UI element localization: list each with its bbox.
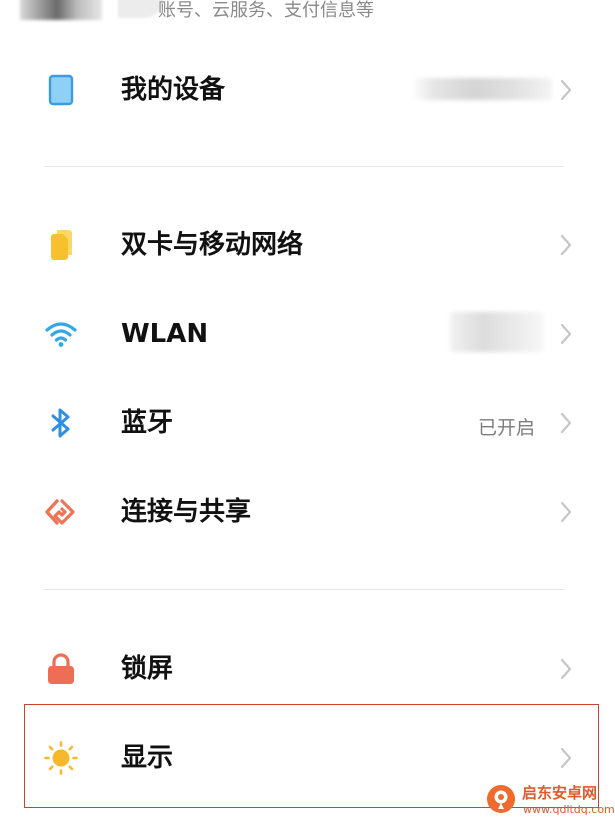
watermark-url: www.qdltdq.com	[523, 803, 615, 816]
device-name-redacted	[412, 78, 552, 100]
chevron-right-icon	[560, 323, 572, 345]
section-divider	[44, 166, 564, 167]
chevron-right-icon	[560, 234, 572, 256]
settings-item-wlan[interactable]: WLAN	[0, 294, 615, 374]
chevron-right-icon	[560, 501, 572, 523]
settings-item-label: 我的设备	[121, 75, 226, 105]
settings-item-dual-sim[interactable]: 双卡与移动网络	[0, 205, 615, 285]
bluetooth-icon	[40, 405, 82, 441]
watermark-logo-icon	[487, 785, 515, 813]
avatar	[20, 0, 102, 20]
chevron-right-icon	[560, 412, 572, 434]
settings-item-label: 连接与共享	[121, 497, 252, 527]
wifi-icon	[40, 316, 82, 352]
chevron-right-icon	[560, 747, 572, 769]
section-divider	[44, 589, 564, 590]
sun-brightness-icon	[40, 740, 82, 776]
settings-item-connection-share[interactable]: 连接与共享	[0, 472, 615, 552]
settings-item-label: 显示	[121, 743, 174, 773]
phone-device-icon	[40, 72, 82, 108]
settings-item-label: 锁屏	[121, 654, 174, 684]
chevron-right-icon	[560, 79, 572, 101]
lock-icon	[40, 651, 82, 687]
watermark: 启东安卓网 www.qdltdq.com	[476, 778, 615, 822]
settings-item-label: WLAN	[121, 319, 209, 349]
settings-item-bluetooth[interactable]: 蓝牙 已开启	[0, 383, 615, 463]
sim-card-icon	[40, 227, 82, 263]
account-row[interactable]: 账号、云服务、支付信息等	[0, 0, 615, 22]
settings-item-my-device[interactable]: 我的设备	[0, 50, 615, 130]
settings-item-label: 蓝牙	[121, 408, 174, 438]
bluetooth-status: 已开启	[477, 417, 535, 439]
connection-share-icon	[40, 494, 82, 530]
account-subtitle: 账号、云服务、支付信息等	[158, 0, 374, 21]
wifi-name-redacted	[450, 312, 544, 352]
chevron-right-icon	[560, 658, 572, 680]
settings-item-label: 双卡与移动网络	[121, 230, 304, 260]
watermark-title: 启东安卓网	[522, 784, 598, 802]
settings-item-lock-screen[interactable]: 锁屏	[0, 629, 615, 709]
